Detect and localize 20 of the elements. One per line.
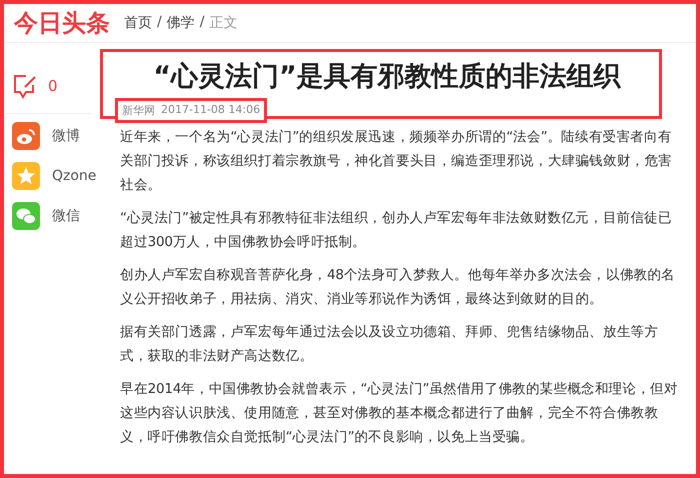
article-title: “心灵法门”是具有邪教性质的非法组织 bbox=[152, 60, 622, 94]
article-paragraph: 近年来，一个名为“心灵法门”的组织发展迅速，频频举办所谓的“法会”。陆续有受害者向有关部门投诉，称该组织打着宗教旗号，神化首要头目，编造歪理邪说，大肆骗钱敛财，危害社会。 bbox=[120, 128, 674, 195]
comment-count: 0 bbox=[48, 77, 58, 95]
share-label[interactable]: Qzone bbox=[52, 168, 96, 184]
comment-icon[interactable] bbox=[12, 73, 38, 99]
logo[interactable]: 今日头条 bbox=[14, 7, 110, 39]
article-date: 2017-11-08 14:06 bbox=[161, 103, 260, 118]
article-paragraph: 据有关部门透露，卢军宏每年通过法会以及设立功德箱、拜师、兜售结缘物品、放生等方式，获取的非法财产高达数亿。 bbox=[120, 323, 660, 366]
breadcrumb-separator: / bbox=[200, 14, 204, 32]
article-paragraph: “心灵法门”被定性具有邪教特征非法组织，创办人卢军宏每年非法敛财数亿元，目前信徒已超过300万人，中国佛教协会呼吁抵制。 bbox=[120, 209, 673, 252]
breadcrumb-link[interactable]: 首页 bbox=[124, 14, 152, 32]
article-paragraph: 早在2014年，中国佛教协会就曾表示，“心灵法门”虽然借用了佛教的某些概念和理论，但对这些内容认识肤浅、使用随意，甚至对佛教的基本概念都进行了曲解，完全不符合佛教教义，呼吁佛教信众自觉抵制“心灵法门”的不良影响，以免上当受骗。 bbox=[120, 380, 679, 447]
share-label[interactable]: 微信 bbox=[52, 207, 80, 225]
share-label[interactable]: 微博 bbox=[52, 127, 80, 145]
article-source: 新华网 bbox=[122, 103, 155, 118]
chat-bubbles-icon[interactable] bbox=[12, 202, 40, 230]
breadcrumb-separator: / bbox=[157, 14, 162, 32]
article-paragraph: 创办人卢军宏自称观音菩萨化身，48个法身可入梦救人。他每年举办多次法会，以佛教的名义公开招收弟子，用祛病、消灾、消业等邪说作为诱饵，最终达到敛财的目的。 bbox=[120, 266, 676, 309]
breadcrumb-link[interactable]: 佛学 bbox=[166, 14, 195, 32]
weibo-icon[interactable] bbox=[12, 122, 40, 150]
